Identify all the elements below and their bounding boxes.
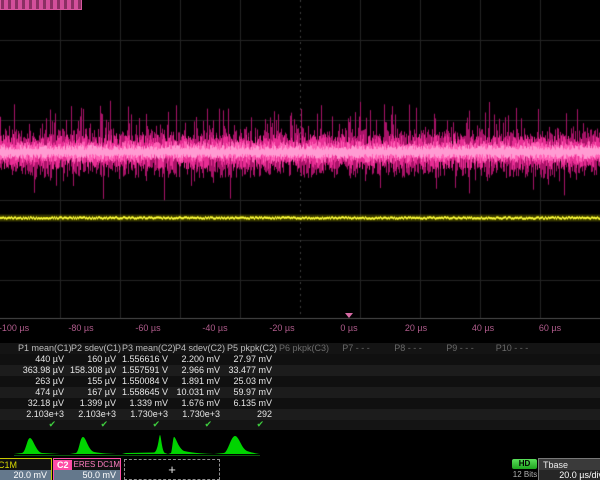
time-axis-tick: 0 µs <box>340 323 357 333</box>
c1-coupling: DC1M <box>0 460 17 470</box>
measure-value: 1.676 mV <box>174 398 226 409</box>
measure-value: 440 µV <box>18 354 70 365</box>
measure-status-check-icon: ✔ <box>122 420 174 430</box>
p3-histicon[interactable] <box>122 432 168 456</box>
measure-param-header[interactable]: P1 mean(C1) <box>18 343 70 354</box>
measure-table-row: 2.103e+32.103e+31.730e+31.730e+3292 <box>0 409 600 420</box>
timebase-descriptor[interactable]: Tbase 20.0 µs/div <box>538 458 600 480</box>
time-axis-tick: -60 µs <box>135 323 160 333</box>
time-axis: -100 µs -80 µs -60 µs -40 µs -20 µs 0 µs 20 µs… <box>0 318 600 344</box>
measure-param-header[interactable]: P6 pkpk(C3) <box>278 343 330 354</box>
measure-value: 1.399 µV <box>70 398 122 409</box>
measure-value: 27.97 mV <box>226 354 278 365</box>
add-trace-button[interactable]: + <box>124 459 220 480</box>
p2-histicon[interactable] <box>70 432 116 456</box>
measure-param-header[interactable]: P7 - - - <box>330 343 382 354</box>
timebase-label: Tbase <box>539 459 600 470</box>
time-axis-tick: 60 µs <box>539 323 561 333</box>
measure-value: 1.556616 V <box>122 354 174 365</box>
c2-vertical-scale: 50.0 mV <box>54 470 120 480</box>
measure-status-check-icon: ✔ <box>18 420 70 430</box>
measure-value: 1.339 mV <box>122 398 174 409</box>
p5-histicon[interactable] <box>214 432 260 456</box>
time-axis-tick: 20 µs <box>405 323 427 333</box>
measure-table-row: ✔✔✔✔✔ <box>0 420 600 430</box>
measure-table-row: 440 µV160 µV1.556616 V2.200 mV27.97 mV <box>0 354 600 365</box>
measure-value: 6.135 mV <box>226 398 278 409</box>
measure-value: 167 µV <box>70 387 122 398</box>
time-axis-tick: -100 µs <box>0 323 29 333</box>
measure-value: 59.97 mV <box>226 387 278 398</box>
measure-value: 1.550084 V <box>122 376 174 387</box>
measure-value: 2.200 mV <box>174 354 226 365</box>
measure-value: 160 µV <box>70 354 122 365</box>
measure-status-check-icon: ✔ <box>226 420 278 430</box>
p1-histicon[interactable] <box>14 432 60 456</box>
measure-table-row: 32.18 µV1.399 µV1.339 mV1.676 mV6.135 mV <box>0 398 600 409</box>
oscilloscope-screen: -100 µs -80 µs -60 µs -40 µs -20 µs 0 µs 20 µs… <box>0 0 600 480</box>
measure-table-row: P1 mean(C1)P2 sdev(C1)P3 mean(C2)P4 sdev… <box>0 343 600 354</box>
hd-mode-badge[interactable]: HD <box>512 459 537 469</box>
c2-eres-badge: ERES <box>74 460 96 470</box>
measure-param-header[interactable]: P9 - - - <box>434 343 486 354</box>
channel-c2-descriptor[interactable]: C2 ERES DC1M 50.0 mV <box>53 458 121 480</box>
time-axis-line <box>0 318 600 319</box>
channel-c1-descriptor[interactable]: C1 DC1M 20.0 mV <box>0 458 52 480</box>
measure-value: 1.557591 V <box>122 365 174 376</box>
measure-value: 2.103e+3 <box>70 409 122 420</box>
c1-vertical-scale: 20.0 mV <box>0 470 51 480</box>
time-axis-tick: -40 µs <box>202 323 227 333</box>
measure-value: 263 µV <box>18 376 70 387</box>
waveform-display[interactable] <box>0 0 600 320</box>
measure-value: 1.730e+3 <box>174 409 226 420</box>
measure-value: 158.308 µV <box>70 365 122 376</box>
time-axis-tick: -20 µs <box>269 323 294 333</box>
measure-value: 1.730e+3 <box>122 409 174 420</box>
measure-param-header[interactable]: P8 - - - <box>382 343 434 354</box>
measurement-table: P1 mean(C1)P2 sdev(C1)P3 mean(C2)P4 sdev… <box>0 343 600 430</box>
measure-value: 10.031 mV <box>174 387 226 398</box>
measure-value: 25.03 mV <box>226 376 278 387</box>
measure-param-header[interactable]: P4 sdev(C2) <box>174 343 226 354</box>
measure-param-header[interactable]: P2 sdev(C1) <box>70 343 122 354</box>
measure-value: 474 µV <box>18 387 70 398</box>
measure-table-row: 474 µV167 µV1.558645 V10.031 mV59.97 mV <box>0 387 600 398</box>
time-axis-tick: -80 µs <box>68 323 93 333</box>
measure-value: 1.891 mV <box>174 376 226 387</box>
measure-value: 32.18 µV <box>18 398 70 409</box>
measure-status-check-icon: ✔ <box>174 420 226 430</box>
measure-value: 33.477 mV <box>226 365 278 376</box>
c2-coupling: DC1M <box>97 460 120 470</box>
measure-status-check-icon: ✔ <box>70 420 122 430</box>
c2-label: C2 <box>54 460 72 470</box>
measure-table-row: 263 µV155 µV1.550084 V1.891 mV25.03 mV <box>0 376 600 387</box>
measure-value: 155 µV <box>70 376 122 387</box>
measure-table-row: 363.98 µV158.308 µV1.557591 V2.966 mV33.… <box>0 365 600 376</box>
measure-param-header[interactable]: P3 mean(C2) <box>122 343 174 354</box>
trace-annotation-badge <box>0 0 82 10</box>
measurement-histicons <box>0 430 600 457</box>
measure-value: 292 <box>226 409 278 420</box>
measure-value: 2.966 mV <box>174 365 226 376</box>
measure-value: 2.103e+3 <box>18 409 70 420</box>
p4-histicon[interactable] <box>168 432 214 456</box>
measure-param-header[interactable]: P5 pkpk(C2) <box>226 343 278 354</box>
time-axis-tick: 40 µs <box>472 323 494 333</box>
measure-value: 1.558645 V <box>122 387 174 398</box>
timebase-scale: 20.0 µs/div <box>539 470 600 480</box>
trigger-time-marker-icon[interactable] <box>345 313 353 318</box>
measure-param-header[interactable]: P10 - - - <box>486 343 538 354</box>
measure-value: 363.98 µV <box>18 365 70 376</box>
